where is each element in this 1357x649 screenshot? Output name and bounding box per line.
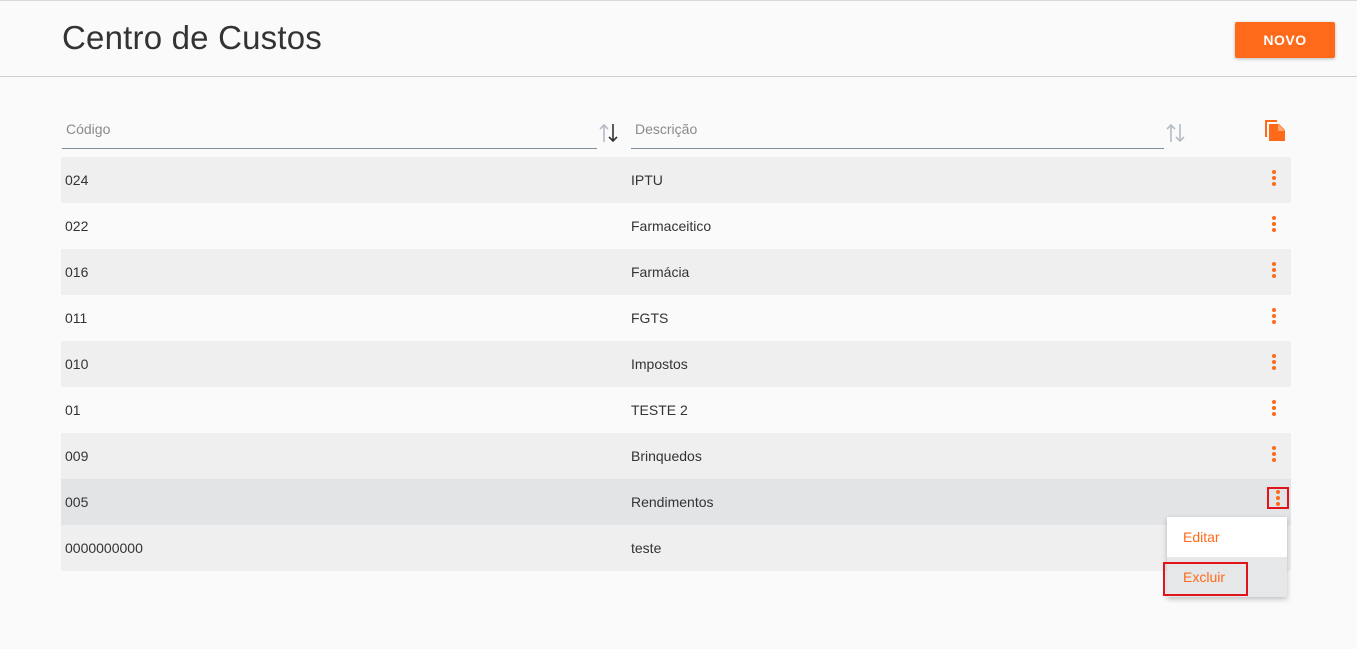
description-cell: TESTE 2	[631, 402, 688, 418]
more-vertical-icon[interactable]	[1267, 306, 1281, 326]
more-vertical-icon[interactable]	[1267, 168, 1281, 188]
description-cell: Rendimentos	[631, 494, 714, 510]
row-action-menu: Editar Excluir	[1167, 517, 1287, 597]
code-cell: 022	[65, 218, 89, 234]
page-header: Centro de Custos NOVO	[0, 1, 1357, 77]
description-cell: teste	[631, 540, 662, 556]
table-row[interactable]: 009 Brinquedos	[61, 433, 1291, 479]
more-vertical-icon[interactable]	[1267, 444, 1281, 464]
code-cell: 024	[65, 172, 89, 188]
description-cell: IPTU	[631, 172, 663, 188]
code-cell: 005	[65, 494, 89, 510]
description-filter-input[interactable]: Descrição	[631, 112, 1164, 149]
more-vertical-icon[interactable]	[1267, 260, 1281, 280]
more-vertical-icon[interactable]	[1267, 398, 1281, 418]
more-vertical-icon[interactable]	[1267, 352, 1281, 372]
code-cell: 010	[65, 356, 89, 372]
code-cell: 01	[65, 402, 81, 418]
more-vertical-icon[interactable]	[1267, 487, 1289, 509]
table-row[interactable]: 022 Farmaceitico	[61, 203, 1291, 249]
page-title: Centro de Custos	[62, 19, 322, 56]
description-cell: FGTS	[631, 310, 669, 326]
description-cell: Brinquedos	[631, 448, 702, 464]
code-cell: 009	[65, 448, 89, 464]
code-filter-input[interactable]: Código	[62, 112, 597, 149]
code-filter-label: Código	[66, 121, 111, 137]
delete-menu-item[interactable]: Excluir	[1167, 557, 1287, 597]
description-cell: Farmaceitico	[631, 218, 712, 234]
description-filter-label: Descrição	[635, 121, 698, 137]
sort-description-icon[interactable]	[1165, 122, 1187, 144]
code-cell: 016	[65, 264, 89, 280]
code-cell: 0000000000	[65, 540, 143, 556]
description-cell: Impostos	[631, 356, 688, 372]
table-row[interactable]: 010 Impostos	[61, 341, 1291, 387]
code-cell: 011	[65, 310, 88, 326]
table-row[interactable]: 005 Rendimentos	[61, 479, 1291, 525]
new-button[interactable]: NOVO	[1235, 22, 1335, 58]
more-vertical-icon[interactable]	[1267, 214, 1281, 234]
table-row[interactable]: 011 FGTS	[61, 295, 1291, 341]
table-row[interactable]: 01 TESTE 2	[61, 387, 1291, 433]
page: Centro de Custos NOVO Código Descrição 0…	[0, 0, 1357, 649]
description-cell: Farmácia	[631, 264, 690, 280]
edit-menu-item[interactable]: Editar	[1167, 517, 1287, 557]
table-row[interactable]: 0000000000 teste	[61, 525, 1291, 571]
sort-code-icon[interactable]	[598, 122, 620, 144]
table-row[interactable]: 016 Farmácia	[61, 249, 1291, 295]
table-row[interactable]: 024 IPTU	[61, 157, 1291, 203]
copy-icon[interactable]	[1264, 119, 1286, 141]
cost-center-table: 024 IPTU 022 Farmaceitico 016 Farmácia 0…	[61, 157, 1291, 571]
